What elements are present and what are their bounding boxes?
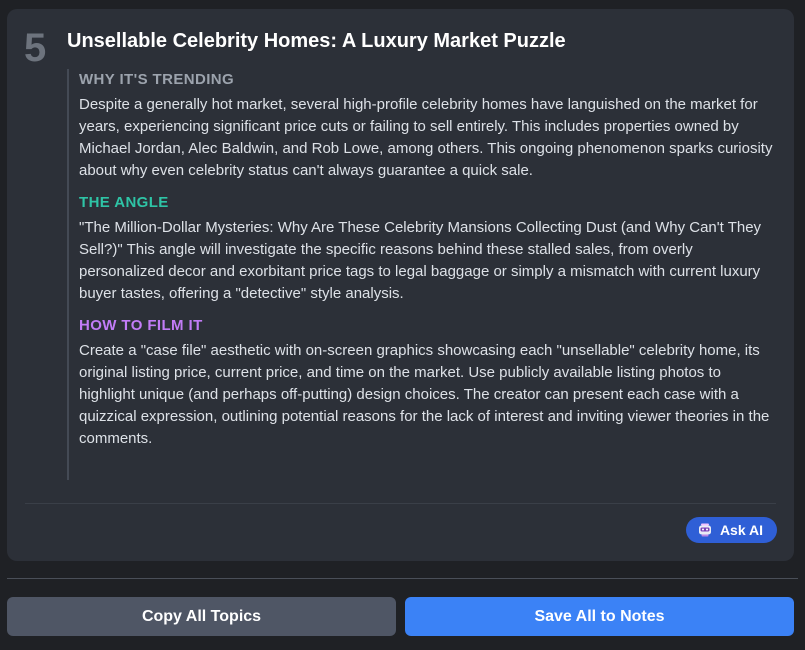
section-body-how-to-film: Create a "case file" aesthetic with on-s… [79,342,770,447]
page-divider [7,578,798,579]
card-divider [25,503,776,504]
topic-sections: WHY IT'S TRENDING Despite a generally ho… [67,69,779,480]
section-heading-why-trending: WHY IT'S TRENDING [79,71,235,88]
section-heading-the-angle: THE ANGLE [79,194,169,211]
section-how-to-film: HOW TO FILM IT Create a "case file" aest… [79,315,779,450]
copy-all-topics-button[interactable]: Copy All Topics [7,597,396,636]
topic-number: 5 [24,26,47,70]
robot-icon [698,523,712,537]
section-the-angle: THE ANGLE "The Million-Dollar Mysteries:… [79,192,779,305]
topic-card: 5 Unsellable Celebrity Homes: A Luxury M… [7,9,794,561]
section-body-the-angle: "The Million-Dollar Mysteries: Why Are T… [79,219,762,302]
ask-ai-button[interactable]: Ask AI [685,517,777,543]
save-all-to-notes-button[interactable]: Save All to Notes [405,597,794,636]
section-body-why-trending: Despite a generally hot market, several … [79,96,773,179]
section-heading-how-to-film: HOW TO FILM IT [79,317,203,334]
topic-title: Unsellable Celebrity Homes: A Luxury Mar… [67,30,566,52]
ask-ai-label: Ask AI [719,522,763,538]
section-why-trending: WHY IT'S TRENDING Despite a generally ho… [79,69,779,182]
